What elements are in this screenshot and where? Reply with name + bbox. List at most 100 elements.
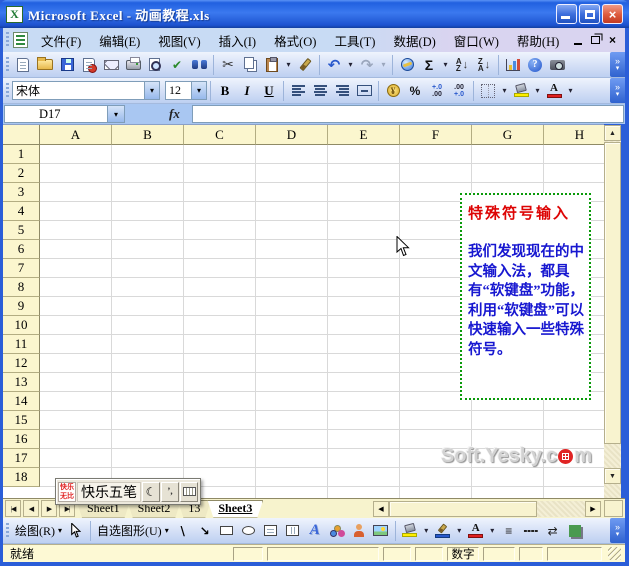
previous-sheet-button[interactable]: ◀ bbox=[23, 500, 39, 517]
format-painter-button[interactable] bbox=[294, 54, 316, 76]
column-header-f[interactable]: F bbox=[400, 125, 472, 145]
note-textbox[interactable]: 特殊符号输入 我们发现现在的中文输入法，都具有“软键盘”功能，利用“软键盘”可以… bbox=[460, 193, 591, 400]
column-header-g[interactable]: G bbox=[472, 125, 544, 145]
column-header-b[interactable]: B bbox=[112, 125, 184, 145]
row-header[interactable]: 15 bbox=[3, 411, 40, 430]
save-button[interactable] bbox=[56, 54, 78, 76]
row-header[interactable]: 18 bbox=[3, 468, 40, 487]
fill-color-button[interactable] bbox=[510, 80, 532, 102]
menu-file[interactable]: 文件(F) bbox=[32, 28, 90, 53]
find-button[interactable] bbox=[188, 54, 210, 76]
toolbar-options-button[interactable]: » ▾ bbox=[610, 52, 625, 77]
rectangle-button[interactable] bbox=[216, 520, 238, 542]
close-button[interactable]: × bbox=[602, 4, 623, 24]
print-preview-button[interactable] bbox=[144, 54, 166, 76]
row-header[interactable]: 2 bbox=[3, 164, 40, 183]
row-header[interactable]: 8 bbox=[3, 278, 40, 297]
horizontal-scroll-thumb[interactable] bbox=[389, 500, 537, 517]
clip-art-button[interactable] bbox=[348, 520, 370, 542]
column-header-e[interactable]: E bbox=[328, 125, 400, 145]
name-box[interactable]: D17 bbox=[4, 105, 108, 123]
borders-dropdown[interactable]: ▾ bbox=[499, 80, 510, 102]
arrow-style-button[interactable]: ⇄ bbox=[542, 520, 564, 542]
row-header[interactable]: 11 bbox=[3, 335, 40, 354]
email-button[interactable] bbox=[100, 54, 122, 76]
autosum-dropdown[interactable]: ▾ bbox=[440, 54, 451, 76]
row-header[interactable]: 17 bbox=[3, 449, 40, 468]
row-header[interactable]: 16 bbox=[3, 430, 40, 449]
toolbar-options-button[interactable]: » ▾ bbox=[610, 78, 625, 103]
underline-button[interactable]: U bbox=[258, 80, 280, 102]
borders-button[interactable] bbox=[477, 80, 499, 102]
maximize-button[interactable] bbox=[579, 4, 600, 24]
row-header[interactable]: 9 bbox=[3, 297, 40, 316]
insert-function-button[interactable]: fx bbox=[169, 106, 180, 122]
dash-style-button[interactable]: ╍╍ bbox=[520, 520, 542, 542]
spelling-button[interactable]: ✔ bbox=[166, 54, 188, 76]
select-all-corner[interactable] bbox=[3, 125, 40, 145]
undo-button[interactable]: ↶ bbox=[323, 54, 345, 76]
column-header-c[interactable]: C bbox=[184, 125, 256, 145]
ime-mode-button[interactable]: ☾ bbox=[142, 481, 160, 502]
ime-name[interactable]: 快乐五笔 bbox=[77, 481, 141, 502]
paste-button[interactable] bbox=[261, 54, 283, 76]
wordart-button[interactable]: A bbox=[304, 520, 326, 542]
text-box-button[interactable] bbox=[260, 520, 282, 542]
arrow-button[interactable]: ↘ bbox=[194, 520, 216, 542]
undo-dropdown[interactable]: ▾ bbox=[345, 54, 356, 76]
workbook-close-icon[interactable]: × bbox=[609, 33, 616, 47]
ime-toolbar[interactable]: 快乐 无比 快乐五笔 ☾ ’, bbox=[55, 478, 201, 505]
row-header[interactable]: 6 bbox=[3, 240, 40, 259]
tab-split-box[interactable] bbox=[604, 500, 623, 517]
column-header-d[interactable]: D bbox=[256, 125, 328, 145]
menu-data[interactable]: 数据(D) bbox=[384, 28, 444, 53]
toolbar-grip[interactable] bbox=[6, 523, 9, 539]
row-header[interactable]: 7 bbox=[3, 259, 40, 278]
formula-input[interactable] bbox=[191, 105, 624, 123]
help-button[interactable]: ? bbox=[524, 54, 546, 76]
row-header[interactable]: 14 bbox=[3, 392, 40, 411]
autoshapes-menu-button[interactable]: 自选图形(U) ▾ bbox=[94, 522, 172, 539]
draw-menu-button[interactable]: 绘图(R) ▾ bbox=[12, 522, 65, 539]
ime-softkeyboard-button[interactable] bbox=[180, 481, 198, 502]
align-left-button[interactable] bbox=[287, 80, 309, 102]
horizontal-scrollbar[interactable] bbox=[389, 500, 585, 517]
row-header[interactable]: 12 bbox=[3, 354, 40, 373]
menu-edit[interactable]: 编辑(E) bbox=[90, 28, 149, 53]
print-button[interactable] bbox=[122, 54, 144, 76]
menu-tools[interactable]: 工具(T) bbox=[325, 28, 384, 53]
toolbar-grip[interactable] bbox=[6, 57, 9, 73]
fill-color-button[interactable] bbox=[399, 520, 421, 542]
font-size-dropdown[interactable]: ▾ bbox=[191, 82, 206, 99]
oval-button[interactable] bbox=[238, 520, 260, 542]
fill-color-dropdown[interactable]: ▾ bbox=[532, 80, 543, 102]
workbook-minimize-icon[interactable] bbox=[573, 43, 582, 45]
decrease-decimal-button[interactable]: .00 +.0 bbox=[448, 80, 470, 102]
permission-button[interactable] bbox=[78, 54, 100, 76]
autosum-button[interactable]: Σ bbox=[418, 54, 440, 76]
sort-descending-button[interactable]: ZA ↓ bbox=[473, 54, 495, 76]
paste-dropdown[interactable]: ▾ bbox=[283, 54, 294, 76]
workbook-restore-icon[interactable] bbox=[590, 36, 600, 44]
toolbar-grip[interactable] bbox=[6, 83, 9, 99]
merge-center-button[interactable] bbox=[353, 80, 375, 102]
increase-decimal-button[interactable]: +.0.00 bbox=[426, 80, 448, 102]
row-header[interactable]: 3 bbox=[3, 183, 40, 202]
font-color-button[interactable]: A bbox=[543, 80, 565, 102]
line-color-button[interactable] bbox=[432, 520, 454, 542]
italic-button[interactable]: I bbox=[236, 80, 258, 102]
diagram-button[interactable] bbox=[326, 520, 348, 542]
fill-color-dropdown[interactable]: ▾ bbox=[421, 520, 432, 542]
hscroll-right-button[interactable]: ▶ bbox=[585, 500, 601, 517]
select-objects-button[interactable] bbox=[65, 520, 87, 542]
scroll-down-button[interactable]: ▼ bbox=[604, 468, 621, 484]
menu-window[interactable]: 窗口(W) bbox=[445, 28, 508, 53]
vertical-scroll-thumb[interactable] bbox=[604, 142, 621, 444]
camera-button[interactable] bbox=[546, 54, 568, 76]
bold-button[interactable]: B bbox=[214, 80, 236, 102]
open-button[interactable] bbox=[34, 54, 56, 76]
copy-button[interactable] bbox=[239, 54, 261, 76]
menu-insert[interactable]: 插入(I) bbox=[210, 28, 266, 53]
font-name-combo[interactable]: 宋体 ▾ bbox=[12, 81, 160, 100]
align-right-button[interactable] bbox=[331, 80, 353, 102]
